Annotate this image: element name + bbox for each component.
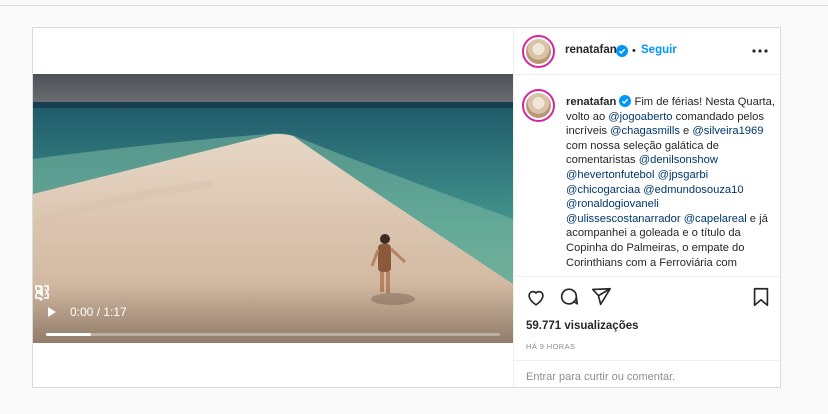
verified-badge-icon (616, 45, 628, 57)
more-horizontal-icon[interactable] (752, 49, 768, 53)
caption-username[interactable]: renatafan (566, 96, 616, 108)
caption-mention[interactable]: @chicogarciaa (566, 184, 640, 196)
post-timestamp: HÁ 9 HORAS (526, 342, 576, 351)
avatar-image (526, 39, 551, 64)
caption-mention[interactable]: @denilsonshow (639, 154, 718, 166)
video-time: 0:00 / 1:17 (70, 305, 127, 319)
login-link[interactable]: Entrar (526, 371, 556, 383)
caption-mention[interactable]: @capelareal (684, 213, 747, 225)
video-controls: 0:00 / 1:17 (33, 283, 513, 343)
caption-text-segment: e (679, 125, 693, 138)
avatar-image (526, 93, 551, 118)
heart-icon[interactable] (525, 286, 547, 308)
share-icon[interactable] (590, 286, 612, 308)
video-progress-fill (46, 333, 92, 336)
author-username[interactable]: renatafan (565, 44, 617, 56)
caption-mention[interactable]: @ulissescostanarrador (566, 213, 681, 225)
actions-divider (514, 276, 780, 277)
caption-mention[interactable]: @jpsgarbi (658, 169, 709, 181)
bookmark-icon[interactable] (750, 286, 772, 308)
caption-mention[interactable]: @jogoaberto (608, 111, 672, 123)
play-icon[interactable] (48, 307, 56, 317)
separator-dot: • (632, 45, 636, 57)
comment-prompt: Entrar para curtir ou comentar. (526, 371, 675, 383)
caption-mention[interactable]: @hevertonfutebol (566, 169, 654, 181)
verified-badge-icon (619, 95, 632, 107)
caption-mention[interactable]: @silveira1969 (692, 125, 763, 137)
caption-avatar[interactable] (522, 89, 555, 122)
caption-mention[interactable]: @edmundosouza10 (643, 184, 743, 196)
more-vertical-icon[interactable] (33, 283, 49, 303)
view-count: 59.771 visualizações (526, 320, 639, 332)
top-divider (0, 5, 828, 6)
comment-icon[interactable] (558, 286, 580, 308)
comment-prompt-text: para curtir ou comentar. (555, 371, 676, 383)
caption-text: Fim de férias! Nesta Quarta, volto ao @j… (566, 96, 775, 272)
author-avatar[interactable] (522, 35, 555, 68)
post-caption: renatafan Fim de férias! Nesta Quarta, v… (566, 95, 776, 272)
follow-button[interactable]: Seguir (641, 44, 677, 56)
video-progress-bar[interactable] (46, 333, 500, 336)
media-divider (513, 28, 514, 387)
video-player[interactable]: 0:00 / 1:17 (33, 74, 513, 343)
caption-mention[interactable]: @chagasmills (610, 125, 680, 137)
caption-mention[interactable]: @ronaldogiovaneli (566, 198, 659, 210)
comment-divider (514, 360, 780, 361)
